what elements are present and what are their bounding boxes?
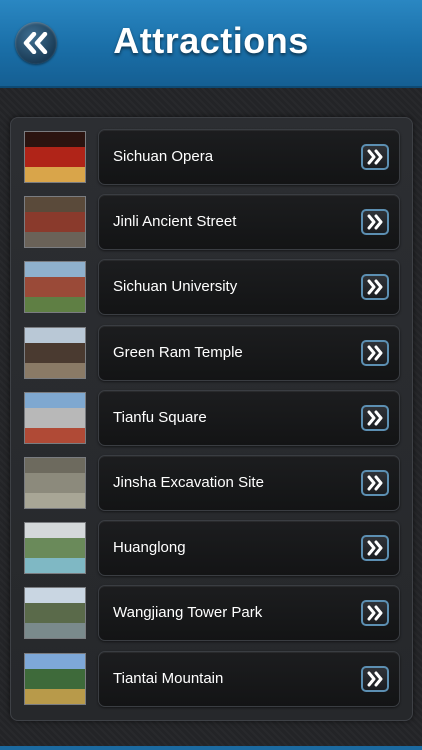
attraction-label: Green Ram Temple	[113, 343, 243, 361]
list-item[interactable]: Sichuan University	[24, 259, 400, 316]
list-item[interactable]: Green Ram Temple	[24, 324, 400, 381]
double-chevron-right-icon	[367, 149, 383, 165]
attraction-thumbnail	[24, 391, 86, 444]
double-chevron-right-icon	[367, 671, 383, 687]
attraction-thumbnail	[24, 326, 86, 379]
attraction-thumbnail	[24, 457, 86, 509]
list-item[interactable]: Tiantai Mountain	[24, 650, 400, 707]
attraction-cell[interactable]: Huanglong	[98, 520, 400, 577]
attraction-label: Jinsha Excavation Site	[113, 474, 264, 491]
open-attraction-button[interactable]	[361, 470, 389, 496]
attraction-label: Tiantai Mountain	[113, 669, 224, 687]
attraction-label: Sichuan Opera	[113, 148, 214, 165]
list-item[interactable]: Jinli Ancient Street	[24, 194, 400, 251]
attraction-cell[interactable]: Wangjiang Tower Park	[98, 585, 400, 642]
attraction-thumbnail	[24, 522, 86, 575]
attraction-cell[interactable]: Jinsha Excavation Site	[98, 455, 400, 511]
attraction-cell[interactable]: Sichuan Opera	[98, 129, 400, 185]
attraction-cell[interactable]: Tianfu Square	[98, 389, 400, 446]
attraction-cell[interactable]: Tiantai Mountain	[98, 650, 400, 707]
footer-bar	[0, 746, 422, 750]
list-item[interactable]: Huanglong	[24, 520, 400, 577]
double-chevron-right-icon	[367, 410, 383, 426]
attraction-cell[interactable]: Green Ram Temple	[98, 324, 400, 381]
double-chevron-right-icon	[367, 279, 383, 295]
attraction-thumbnail	[24, 261, 86, 314]
attraction-label: Huanglong	[113, 539, 186, 557]
double-chevron-right-icon	[367, 475, 383, 491]
attraction-label: Wangjiang Tower Park	[113, 604, 263, 622]
attraction-thumbnail	[24, 131, 86, 183]
attraction-cell[interactable]: Jinli Ancient Street	[98, 194, 400, 251]
open-attraction-button[interactable]	[361, 274, 389, 301]
double-chevron-right-icon	[367, 345, 383, 361]
double-chevron-right-icon	[367, 605, 383, 621]
attraction-thumbnail	[24, 652, 86, 705]
page-title: Attractions	[113, 20, 309, 61]
attraction-thumbnail	[24, 587, 86, 640]
list-item[interactable]: Sichuan Opera	[24, 129, 400, 185]
list-item[interactable]: Wangjiang Tower Park	[24, 585, 400, 642]
open-attraction-button[interactable]	[361, 404, 389, 431]
app-header: Attractions	[0, 0, 422, 88]
open-attraction-button[interactable]	[361, 535, 389, 562]
attraction-label: Tianfu Square	[113, 408, 207, 426]
open-attraction-button[interactable]	[361, 339, 389, 366]
double-chevron-right-icon	[367, 540, 383, 556]
attraction-label: Sichuan University	[113, 278, 238, 296]
open-attraction-button[interactable]	[361, 209, 389, 236]
list-item[interactable]: Jinsha Excavation Site	[24, 455, 400, 511]
open-attraction-button[interactable]	[361, 144, 389, 170]
open-attraction-button[interactable]	[361, 665, 389, 692]
attraction-cell[interactable]: Sichuan University	[98, 259, 400, 316]
attraction-thumbnail	[24, 196, 86, 249]
list-item[interactable]: Tianfu Square	[24, 389, 400, 446]
double-chevron-right-icon	[367, 214, 383, 230]
attraction-label: Jinli Ancient Street	[113, 213, 237, 231]
open-attraction-button[interactable]	[361, 600, 389, 627]
